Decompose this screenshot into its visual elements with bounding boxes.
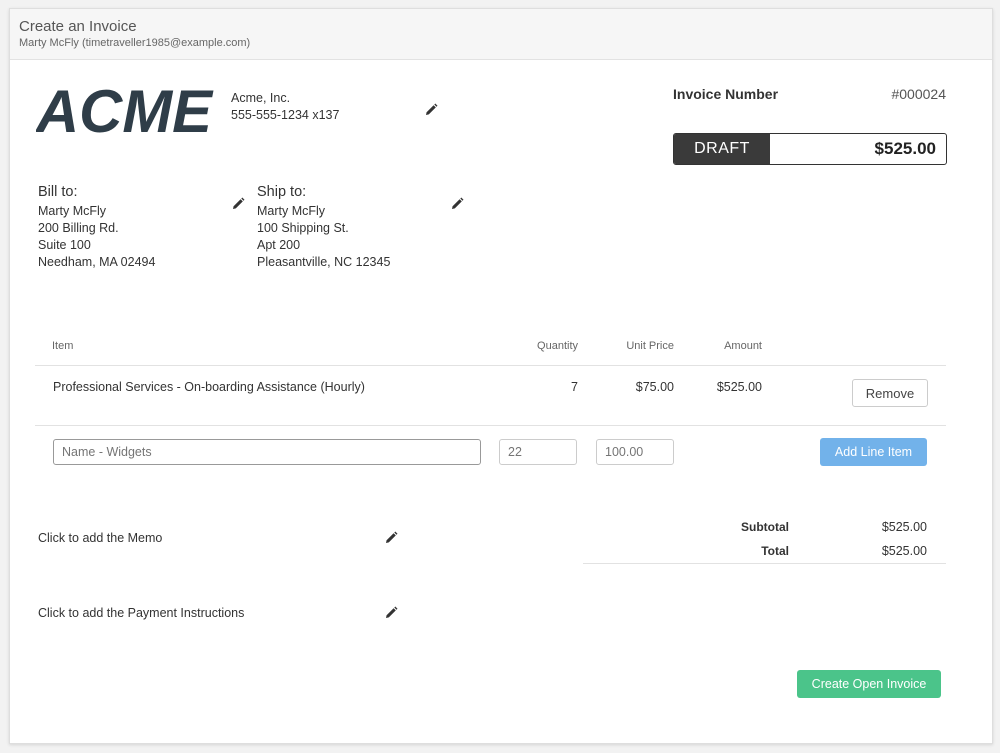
- ship-to-title: Ship to:: [257, 184, 307, 200]
- ship-to-line: 100 Shipping St.: [257, 221, 349, 235]
- edit-bill-to-pencil-icon[interactable]: [231, 197, 245, 211]
- quantity-input[interactable]: [499, 439, 577, 465]
- company-name: Acme, Inc.: [231, 91, 291, 105]
- bill-to-block: Bill to: Marty McFly 200 Billing Rd. Sui…: [38, 184, 155, 271]
- invoice-total-display: $525.00: [874, 139, 936, 158]
- company-phone: 555-555-1234 x137: [231, 108, 340, 122]
- remove-line-button[interactable]: Remove: [852, 379, 928, 407]
- edit-payment-pencil-icon[interactable]: [384, 606, 398, 620]
- ship-to-line: Pleasantville, NC 12345: [257, 255, 391, 269]
- invoice-status-total: DRAFT $525.00: [673, 133, 947, 165]
- invoice-number-label: Invoice Number: [673, 86, 779, 102]
- row-unit-price: $75.00: [635, 380, 674, 394]
- bill-to-line: Suite 100: [38, 238, 91, 252]
- logo-text: ACME: [36, 82, 214, 136]
- header-divider: [35, 365, 946, 366]
- create-open-invoice-button[interactable]: Create Open Invoice: [797, 670, 941, 698]
- card-header: Create an Invoice Marty McFly (timetrave…: [10, 9, 992, 60]
- row-item: Professional Services - On-boarding Assi…: [53, 380, 365, 394]
- column-header-quantity: Quantity: [537, 340, 578, 352]
- subtotal-value: $525.00: [881, 520, 927, 534]
- column-header-unit-price: Unit Price: [626, 340, 674, 352]
- bill-to-title: Bill to:: [38, 184, 78, 200]
- edit-company-pencil-icon[interactable]: [424, 103, 438, 117]
- total-label: Total: [761, 544, 789, 558]
- payment-instructions-link[interactable]: Click to add the Payment Instructions: [38, 606, 244, 620]
- column-header-item: Item: [52, 340, 74, 352]
- row-divider: [35, 425, 946, 426]
- item-name-input[interactable]: [53, 439, 481, 465]
- invoice-number: #000024: [891, 86, 946, 102]
- ship-to-line: Marty McFly: [257, 204, 326, 218]
- row-quantity: 7: [571, 380, 578, 394]
- bill-to-line: Marty McFly: [38, 204, 107, 218]
- column-header-amount: Amount: [724, 340, 762, 352]
- ship-to-line: Apt 200: [257, 238, 301, 252]
- total-value: $525.00: [881, 544, 927, 558]
- memo-link[interactable]: Click to add the Memo: [38, 531, 162, 545]
- subtotal-label: Subtotal: [741, 520, 789, 534]
- edit-ship-to-pencil-icon[interactable]: [450, 197, 464, 211]
- add-line-item-button[interactable]: Add Line Item: [820, 438, 927, 466]
- row-amount: $525.00: [716, 380, 762, 394]
- totals-divider: [583, 563, 946, 564]
- unit-price-input[interactable]: [596, 439, 674, 465]
- customer-subtitle: Marty McFly (timetraveller1985@example.c…: [19, 37, 251, 49]
- company-info: Acme, Inc. 555-555-1234 x137: [231, 90, 339, 124]
- ship-to-block: Ship to: Marty McFly 100 Shipping St. Ap…: [257, 184, 390, 271]
- acme-logo: ACME: [36, 82, 214, 136]
- status-badge: DRAFT: [674, 134, 770, 164]
- edit-memo-pencil-icon[interactable]: [384, 531, 398, 545]
- bill-to-line: Needham, MA 02494: [38, 255, 156, 269]
- bill-to-line: 200 Billing Rd.: [38, 221, 119, 235]
- page-title: Create an Invoice: [19, 18, 137, 35]
